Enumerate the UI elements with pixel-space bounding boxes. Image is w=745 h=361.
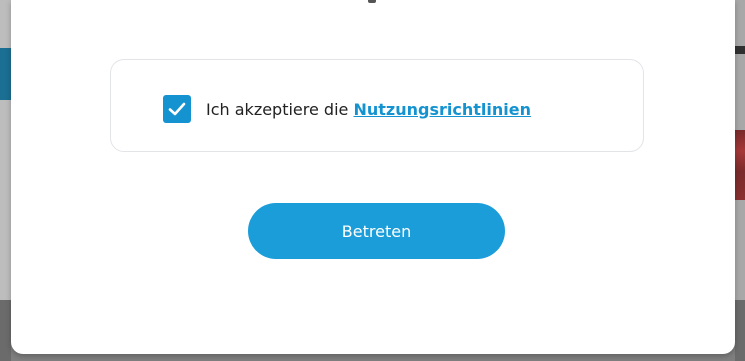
accept-terms-checkbox[interactable] bbox=[163, 95, 191, 123]
terms-box: Ich akzeptiere die Nutzungsrichtlinien bbox=[110, 59, 644, 152]
background-page-right-red bbox=[735, 130, 745, 200]
background-page-left bbox=[0, 0, 11, 300]
terms-label: Ich akzeptiere die Nutzungsrichtlinien bbox=[206, 100, 531, 119]
checkmark-icon bbox=[168, 102, 186, 116]
terms-row: Ich akzeptiere die Nutzungsrichtlinien bbox=[163, 95, 531, 123]
terms-link[interactable]: Nutzungsrichtlinien bbox=[353, 100, 530, 119]
terms-prefix-text: Ich akzeptiere die bbox=[206, 99, 349, 119]
background-page-right-bottom bbox=[735, 300, 745, 361]
background-page-right-top bbox=[735, 46, 745, 54]
top-indicator bbox=[368, 0, 376, 3]
background-page-left-accent bbox=[0, 48, 11, 100]
enter-button[interactable]: Betreten bbox=[248, 203, 505, 259]
background-page-left-bottom bbox=[0, 300, 11, 361]
modal-dialog: Ich akzeptiere die Nutzungsrichtlinien B… bbox=[11, 0, 735, 354]
